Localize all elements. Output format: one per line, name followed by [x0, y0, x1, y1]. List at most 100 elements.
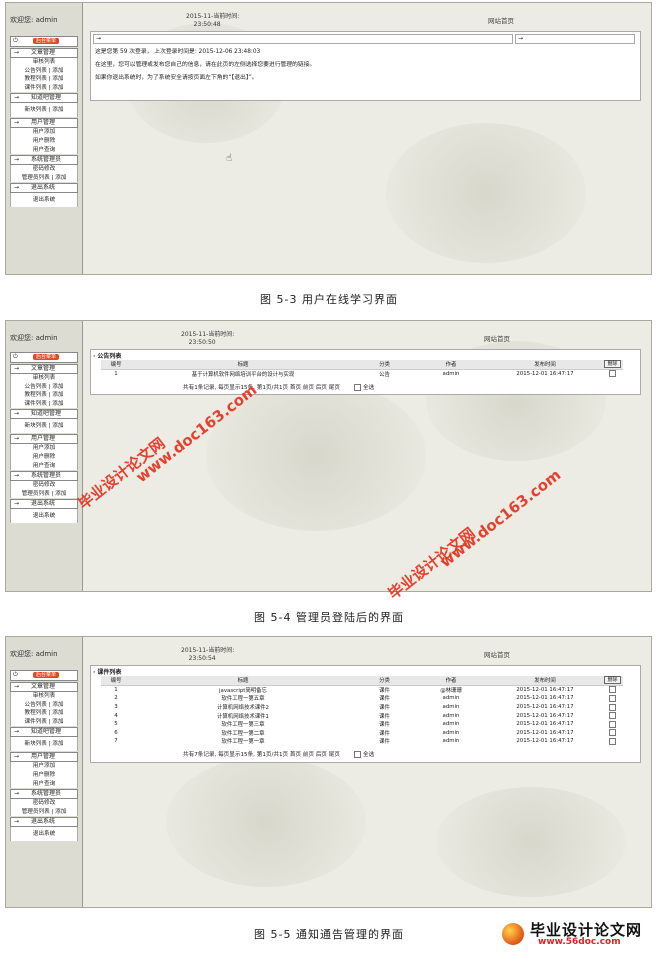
row-checkbox[interactable] [609, 694, 616, 702]
cell-cat: 公告 [379, 371, 390, 378]
menu-group-exit[interactable]: → 退出系统 [10, 183, 78, 194]
menu-group-sysadmin[interactable]: → 系统管理员 [10, 155, 78, 166]
menu-exit[interactable]: 退出系统 [11, 509, 77, 523]
power-icon: ⏻ [13, 353, 18, 360]
delete-button[interactable]: 删除 [604, 360, 621, 369]
menu-password[interactable]: 密码修改 [11, 481, 77, 490]
expand-arrow-icon: → [14, 156, 20, 164]
row-checkbox[interactable] [609, 720, 616, 728]
menu-group-exit[interactable]: → 退出系统 [10, 817, 78, 828]
menu-group-sysadmin[interactable]: → 系统管理员 [10, 789, 78, 800]
cell-title[interactable]: 软件工程一第三章 [131, 720, 355, 729]
menu-audit-list[interactable]: 审核列表 [11, 374, 77, 383]
cell-title[interactable]: 基于计算机软件网络培训平台的设计与实现 [131, 369, 355, 378]
menu-user-delete[interactable]: 用户删除 [11, 453, 77, 462]
menu-tutorial-list[interactable]: 教程列表 | 添加 [11, 391, 77, 400]
cell-select [602, 711, 623, 720]
cell-title[interactable]: 软件工程一第二章 [131, 729, 355, 738]
cell-title[interactable]: 计算机网络技术课件1 [131, 711, 355, 720]
menu-admin-list[interactable]: 管理员列表 | 添加 [11, 490, 77, 499]
cell-time: 2015-12-01 16:47:17 [516, 712, 574, 719]
menu-group-knowledge[interactable]: → 知道吧管理 [10, 93, 78, 104]
menu-courseware-list[interactable]: 课件列表 | 添加 [11, 84, 77, 93]
cell-time: 2015-12-01 16:47:17 [516, 729, 574, 736]
menu-user-query[interactable]: 用户查询 [11, 780, 77, 789]
cell-title[interactable]: 软件工程一第一章 [131, 737, 355, 746]
menu-notice-list[interactable]: 公告列表 | 添加 [11, 383, 77, 392]
pagination-text[interactable]: 共有1条记录, 每页显示15条, 第1页/共1页 首页 前页 后页 尾页 [183, 385, 340, 391]
menu-notice-list[interactable]: 公告列表 | 添加 [11, 67, 77, 76]
address-bar[interactable]: → [93, 34, 513, 44]
menu-news-list[interactable]: 新块列表 | 添加 [11, 103, 77, 117]
row-checkbox[interactable] [609, 737, 616, 745]
col-action: 删除 [602, 360, 623, 370]
menu-group-user[interactable]: → 用户管理 [10, 434, 78, 445]
delete-button[interactable]: 删除 [604, 676, 621, 685]
menu-password[interactable]: 密码修改 [11, 165, 77, 174]
cell-id: 4 [114, 712, 118, 719]
menu-user-add[interactable]: 用户添加 [11, 128, 77, 137]
menu-group-article[interactable]: → 文章管理 [10, 48, 78, 58]
menu-audit-list[interactable]: 审核列表 [11, 58, 77, 67]
menu-group-sysadmin[interactable]: → 系统管理员 [10, 471, 78, 482]
select-all-label: 全选 [362, 752, 375, 758]
menu-group-article[interactable]: → 文章管理 [10, 682, 78, 692]
row-checkbox[interactable] [609, 686, 616, 694]
menu-password[interactable]: 密码修改 [11, 799, 77, 808]
expand-arrow-icon: → [14, 119, 20, 127]
menu-courseware-list[interactable]: 课件列表 | 添加 [11, 718, 77, 727]
cell-id: 3 [114, 704, 118, 711]
menu-audit-list[interactable]: 审核列表 [11, 692, 77, 701]
table-row: 4 计算机网络技术课件1 课件 admin 2015-12-01 16:47:17 [101, 711, 623, 720]
panel-title: · 公告列表 [93, 353, 122, 360]
menu-news-list[interactable]: 新块列表 | 添加 [11, 737, 77, 751]
welcome-text: 欢迎您: admin [10, 16, 58, 24]
menu-group-user[interactable]: → 用户管理 [10, 752, 78, 763]
address-bar-right[interactable]: → [515, 34, 635, 44]
menu-group-knowledge[interactable]: → 知道吧管理 [10, 727, 78, 738]
home-link[interactable]: 网站首页 [488, 15, 514, 25]
menu-user-add[interactable]: 用户添加 [11, 762, 77, 771]
col-author: 作者 [414, 360, 488, 370]
menu-user-delete[interactable]: 用户删除 [11, 771, 77, 780]
menu-user-query[interactable]: 用户查询 [11, 462, 77, 471]
side-menu: ⏻ 后台菜单 → 文章管理 审核列表 公告列表 | 添加 教程列表 | 添加 课件列… [10, 36, 78, 208]
home-link[interactable]: 网站首页 [484, 649, 510, 659]
menu-group-article[interactable]: → 文章管理 [10, 364, 78, 374]
cell-id: 7 [114, 738, 118, 745]
menu-notice-list[interactable]: 公告列表 | 添加 [11, 701, 77, 710]
menu-tutorial-list[interactable]: 教程列表 | 添加 [11, 709, 77, 718]
menu-user-delete[interactable]: 用户删除 [11, 137, 77, 146]
login-count-text: 这是您第 59 次登录， 上次登录时间是: 2015-12-06 23:48:0… [95, 49, 261, 55]
notice-table: 编号 标题 分类 作者 发布时间 删除 1 基于计算机软件网络培训平台的设计与实现… [101, 360, 623, 378]
col-action: 删除 [602, 676, 623, 686]
menu-exit[interactable]: 退出系统 [11, 193, 77, 207]
menu-user-add[interactable]: 用户添加 [11, 444, 77, 453]
select-all-checkbox[interactable] [354, 751, 362, 758]
cell-author: admin [442, 721, 460, 728]
menu-exit[interactable]: 退出系统 [11, 827, 77, 841]
menu-news-list[interactable]: 新块列表 | 添加 [11, 419, 77, 433]
menu-admin-list[interactable]: 管理员列表 | 添加 [11, 808, 77, 817]
row-checkbox[interactable] [609, 712, 616, 720]
cell-title[interactable]: 计算机网络技术课件2 [131, 703, 355, 712]
cell-title[interactable]: 软件工程一第五章 [131, 694, 355, 703]
menu-group-exit[interactable]: → 退出系统 [10, 499, 78, 510]
cell-author: admin [442, 370, 460, 377]
col-id: 编号 [101, 676, 131, 686]
caption-fig-5-4: 图 5-4 管理员登陆后的界面 [254, 611, 404, 624]
menu-user-query[interactable]: 用户查询 [11, 146, 77, 155]
menu-group-knowledge[interactable]: → 知道吧管理 [10, 409, 78, 420]
row-checkbox[interactable] [609, 703, 616, 711]
cell-title[interactable]: javascript简明备忘 [131, 685, 355, 694]
row-checkbox[interactable] [609, 370, 616, 378]
menu-admin-list[interactable]: 管理员列表 | 添加 [11, 174, 77, 183]
row-checkbox[interactable] [609, 729, 616, 737]
cell-author: @林珊珊 [440, 687, 462, 694]
menu-tutorial-list[interactable]: 教程列表 | 添加 [11, 75, 77, 84]
pagination-text[interactable]: 共有7条记录, 每页显示15条, 第1页/共1页 首页 前页 后页 尾页 [183, 752, 340, 758]
home-link[interactable]: 网站首页 [484, 333, 510, 343]
select-all-checkbox[interactable] [354, 384, 362, 391]
menu-group-user[interactable]: → 用户管理 [10, 118, 78, 129]
menu-courseware-list[interactable]: 课件列表 | 添加 [11, 400, 77, 409]
